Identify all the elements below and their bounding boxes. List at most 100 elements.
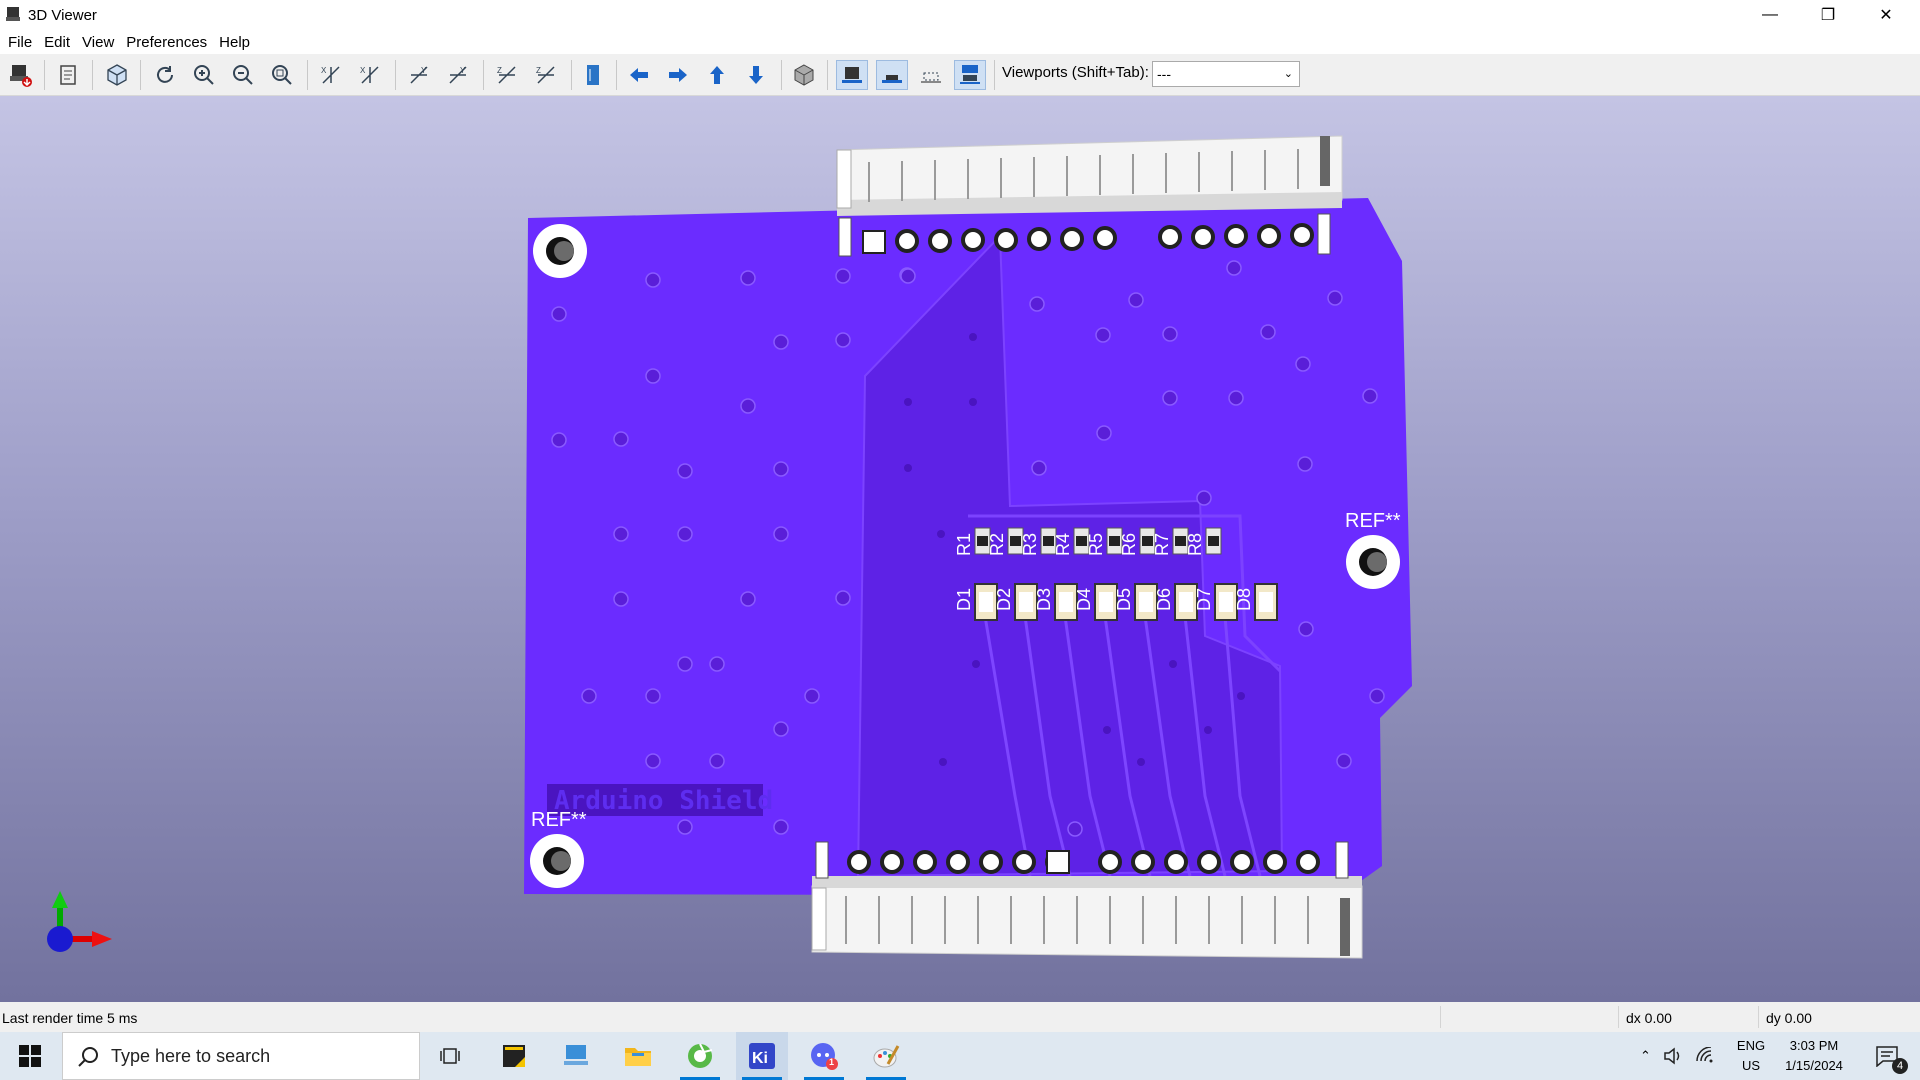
mounting-hole (1346, 535, 1400, 589)
tht-component-icon (842, 67, 862, 83)
green-app[interactable] (674, 1032, 726, 1080)
minimize-button[interactable]: — (1741, 0, 1799, 30)
show-not-in-posfile-button[interactable] (954, 60, 986, 90)
render-time-status: Last render time 5 ms (2, 1010, 138, 1026)
mounting-hole (530, 834, 584, 888)
silkscreen-label: R8 (1185, 533, 1205, 556)
zoom-out-button[interactable] (227, 60, 259, 90)
reload-button[interactable] (149, 60, 181, 90)
rotate-x-ccw-button[interactable]: X (354, 60, 386, 90)
toolbar: X X Y Y Z Z (0, 54, 1920, 96)
menu-preferences[interactable]: Preferences (120, 34, 213, 51)
task-view-icon (440, 1048, 460, 1064)
search-icon (78, 1047, 98, 1067)
menu-bar: File Edit View Preferences Help (0, 30, 1920, 54)
discord-app[interactable]: 1 (798, 1032, 850, 1080)
system-tray: ⌃ (1640, 1032, 1729, 1080)
computer-icon (564, 1045, 588, 1065)
pan-up-button[interactable] (701, 60, 733, 90)
network-explorer-app[interactable] (550, 1032, 602, 1080)
taskbar-search-box[interactable]: Type here to search (62, 1032, 420, 1080)
clock-time: 3:03 PM (1789, 1038, 1839, 1053)
rotate-y-icon: Y (449, 66, 467, 84)
paint-icon (873, 1045, 900, 1068)
menu-help[interactable]: Help (213, 34, 256, 51)
3d-viewport[interactable]: Arduino Shield REF** REF** R1 R2 R3 R4 R… (0, 96, 1920, 1002)
smd-component-icon (882, 75, 902, 83)
flip-board-button[interactable] (577, 60, 609, 90)
rotate-y-cw-button[interactable]: Y (403, 60, 435, 90)
task-view-button[interactable] (424, 1032, 476, 1080)
posfile-icon (960, 65, 980, 84)
viewports-label: Viewports (Shift+Tab): (1002, 64, 1149, 81)
input-language[interactable]: ENG US (1733, 1036, 1769, 1076)
close-button[interactable]: ✕ (1857, 0, 1915, 30)
viewports-value: --- (1157, 66, 1171, 82)
board-text: Arduino Shield (554, 786, 773, 816)
cube-icon (107, 64, 127, 86)
silkscreen-label: R5 (1086, 533, 1106, 556)
zoom-fit-button[interactable] (266, 60, 298, 90)
ref-label: REF** (1345, 510, 1401, 532)
silkscreen-label: D2 (994, 588, 1014, 611)
silkscreen-label: D7 (1194, 588, 1214, 611)
app-icon (6, 7, 20, 21)
svg-text:Y: Y (460, 66, 466, 75)
paint-app[interactable] (860, 1032, 912, 1080)
export-image-button[interactable] (5, 60, 37, 90)
rotate-z-icon: Z (497, 66, 516, 84)
silkscreen-label: R6 (1119, 533, 1139, 556)
show-smd-button[interactable] (876, 60, 908, 90)
wifi-icon[interactable] (1695, 1047, 1715, 1065)
show-tht-button[interactable] (836, 60, 868, 90)
clock[interactable]: 3:03 PM 1/15/2024 (1776, 1036, 1852, 1076)
pan-left-button[interactable] (623, 60, 655, 90)
pan-down-button[interactable] (740, 60, 772, 90)
axis-gizmo-icon (47, 891, 112, 952)
discord-badge: 1 (829, 1057, 835, 1067)
sticky-notes-app[interactable] (488, 1032, 540, 1080)
render-options-button[interactable] (101, 60, 133, 90)
notification-count: 4 (1892, 1058, 1908, 1074)
toggle-ortho-button[interactable] (788, 60, 820, 90)
rotate-z-cw-button[interactable]: Z (491, 60, 523, 90)
chevron-down-icon: ⌄ (1283, 68, 1293, 80)
zoom-in-button[interactable] (188, 60, 220, 90)
rotate-z-ccw-button[interactable]: Z (530, 60, 562, 90)
menu-file[interactable]: File (2, 34, 38, 51)
file-explorer-app[interactable] (612, 1032, 664, 1080)
window-title: 3D Viewer (28, 6, 97, 24)
dx-readout: dx 0.00 (1626, 1010, 1672, 1026)
viewports-dropdown[interactable]: --- ⌄ (1152, 61, 1300, 87)
silkscreen-label: D4 (1074, 588, 1094, 611)
menu-edit[interactable]: Edit (38, 34, 76, 51)
pan-right-button[interactable] (662, 60, 694, 90)
notifications-button[interactable]: 4 (1862, 1032, 1912, 1080)
restore-button[interactable]: ❐ (1799, 0, 1857, 30)
mounting-hole (533, 224, 587, 278)
region-code: US (1741, 1058, 1761, 1073)
show-virtual-button[interactable] (915, 60, 947, 90)
ref-label: REF** (531, 809, 587, 831)
silkscreen-label: R4 (1053, 533, 1073, 556)
arrow-left-icon (630, 68, 648, 82)
pcb-render: Arduino Shield REF** REF** R1 R2 R3 R4 R… (47, 135, 1412, 959)
rotate-x-cw-button[interactable]: X (315, 60, 347, 90)
silkscreen-label: D3 (1034, 588, 1054, 611)
ortho-cube-icon (794, 64, 814, 86)
rotate-y-ccw-button[interactable]: Y (442, 60, 474, 90)
green-app-icon (688, 1043, 713, 1068)
chevron-up-icon[interactable]: ⌃ (1640, 1048, 1651, 1064)
windows-icon (19, 1045, 41, 1067)
arrow-down-icon (749, 66, 763, 84)
rotate-x-icon: X (360, 66, 379, 84)
speaker-icon[interactable] (1663, 1047, 1683, 1065)
menu-view[interactable]: View (76, 34, 120, 51)
kicad-app[interactable]: Ki (736, 1032, 788, 1080)
folder-icon (625, 1048, 651, 1066)
start-button[interactable] (0, 1032, 60, 1080)
copy-to-clipboard-button[interactable] (53, 60, 85, 90)
svg-text:Y: Y (421, 66, 427, 75)
silkscreen-label: R3 (1020, 533, 1040, 556)
language-code: ENG (1736, 1038, 1766, 1053)
